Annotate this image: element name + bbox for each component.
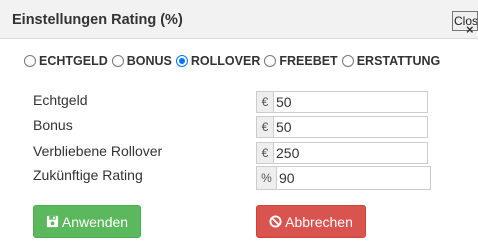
radio-circle-icon[interactable] xyxy=(264,55,277,67)
radio-bonus[interactable]: BONUS xyxy=(111,54,172,68)
dialog-header: Einstellungen Rating (%) Close × xyxy=(0,0,478,39)
radio-erstattung[interactable]: ERSTATTUNG xyxy=(341,54,441,68)
radio-rollover[interactable]: ROLLOVER xyxy=(175,54,261,68)
echtgeld-label: Echtgeld xyxy=(33,92,88,108)
cancel-label: Abbrechen xyxy=(285,213,353,230)
close-icon[interactable]: × xyxy=(466,23,474,36)
radio-echtgeld[interactable]: ECHTGELD xyxy=(24,54,108,68)
dialog-title: Einstellungen Rating (%) xyxy=(12,12,183,28)
rollover-label: Verbliebene Rollover xyxy=(33,143,163,159)
radio-label: ROLLOVER xyxy=(190,54,261,68)
radio-circle-icon[interactable] xyxy=(24,55,36,67)
radio-label: BONUS xyxy=(126,54,172,68)
bonus-input[interactable]: 50 xyxy=(274,116,428,138)
rollover-input[interactable]: 250 xyxy=(274,142,428,164)
euro-addon: € xyxy=(256,142,274,164)
radio-label: ECHTGELD xyxy=(39,54,108,68)
close-button[interactable]: Close xyxy=(452,11,478,31)
radio-freebet[interactable]: FREEBET xyxy=(264,54,338,68)
radio-label: ERSTATTUNG xyxy=(356,54,441,68)
euro-addon: € xyxy=(256,91,274,113)
percent-addon: % xyxy=(256,166,277,190)
save-icon xyxy=(46,215,58,228)
bonus-label: Bonus xyxy=(33,117,73,133)
euro-addon: € xyxy=(256,116,274,138)
ban-icon xyxy=(269,215,282,228)
radio-checked-icon[interactable] xyxy=(175,55,188,67)
rating-label: Zukünftige Rating xyxy=(33,167,143,183)
echtgeld-input[interactable]: 50 xyxy=(274,91,428,113)
bonus-type-radio-group: ECHTGELD BONUS ROLLOVER FREEBET ERSTATTU… xyxy=(24,52,444,70)
radio-label: FREEBET xyxy=(279,54,338,68)
rating-input[interactable]: 90 xyxy=(277,166,431,190)
apply-label: Anwenden xyxy=(61,213,129,230)
cancel-button[interactable]: Abbrechen xyxy=(256,205,366,238)
radio-circle-icon[interactable] xyxy=(111,55,124,67)
radio-circle-icon[interactable] xyxy=(341,55,354,67)
apply-button[interactable]: Anwenden xyxy=(33,205,141,238)
